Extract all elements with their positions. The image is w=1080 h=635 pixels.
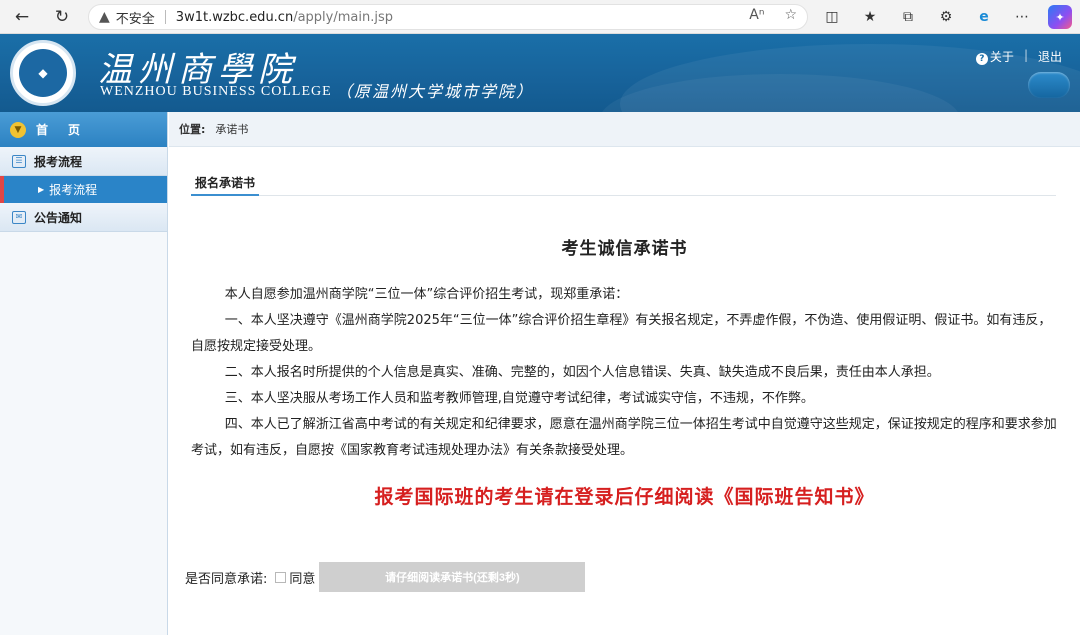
copilot-icon[interactable]: ✦ xyxy=(1048,5,1072,29)
sidebar-section-label: 公告通知 xyxy=(34,210,83,225)
sidebar-home[interactable]: ▼ 首页 xyxy=(0,112,167,147)
pledge-paragraph: 一、本人坚决遵守《温州商学院2025年“三位一体”综合评价招生章程》有关报名规定… xyxy=(191,313,1052,354)
brand-name-en: WENZHOU BUSINESS COLLEGE xyxy=(100,84,332,99)
site-header: ◆ 温州商學院 WENZHOU BUSINESS COLLEGE （原温州大学城… xyxy=(0,34,1080,112)
tab-bar: 报名承诺书 xyxy=(191,170,1056,196)
agree-label: 同意 xyxy=(289,571,316,587)
sidebar-section-exam-process[interactable]: ☰ 报考流程 xyxy=(0,147,167,176)
address-divider xyxy=(164,10,166,24)
extensions-icon[interactable]: ⚙ xyxy=(934,5,958,29)
sidebar-section-announcements[interactable]: ✉ 公告通知 xyxy=(0,203,167,232)
main-content: 位置: 承诺书 报名承诺书 考生诚信承诺书 本人自愿参加温州商学院“三位一体”综… xyxy=(169,112,1080,635)
read-aloud-icon[interactable]: Aⁿ xyxy=(749,7,764,23)
browser-toolbar: ← ↻ ▲ 不安全 3w1t.wzbc.edu.cn/apply/main.js… xyxy=(0,0,1080,34)
caret-right-icon: ▶ xyxy=(38,185,45,194)
split-screen-icon[interactable]: ◫ xyxy=(820,5,844,29)
header-links: ? 关于 | 退出 xyxy=(975,48,1062,65)
about-link[interactable]: ? 关于 xyxy=(975,48,1014,65)
back-arrow-icon[interactable]: ← xyxy=(10,5,34,29)
agree-row: 是否同意承诺: 同意 请仔细阅读承诺书(还剩3秒) xyxy=(185,562,586,592)
about-label: 关于 xyxy=(989,50,1014,64)
agree-checkbox[interactable] xyxy=(275,571,287,583)
breadcrumb-current: 承诺书 xyxy=(215,123,249,136)
refresh-icon[interactable]: ↻ xyxy=(50,5,74,29)
list-icon: ☰ xyxy=(12,154,26,168)
favorite-star-icon[interactable]: ☆ xyxy=(784,7,797,23)
url-host: 3w1t.wzbc.edu.cn xyxy=(175,9,294,25)
college-seal-icon: ◆ xyxy=(19,49,67,97)
security-label: 不安全 xyxy=(115,11,155,27)
page-title: 考生诚信承诺书 xyxy=(561,239,688,259)
message-icon: ✉ xyxy=(12,210,26,224)
collections-icon[interactable]: ⧉ xyxy=(896,5,920,29)
logout-link[interactable]: 退出 xyxy=(1038,48,1062,65)
address-actions: Aⁿ ☆ xyxy=(749,7,797,23)
sidebar-item-exam-process[interactable]: ▶ 报考流程 xyxy=(0,176,167,203)
sidebar-item-label: 报考流程 xyxy=(49,183,98,197)
help-icon: ? xyxy=(975,53,988,65)
link-divider: | xyxy=(1023,48,1028,62)
browser-tools: ◫ ★ ⧉ ⚙ e ⋯ ✦ xyxy=(820,5,1072,29)
url-path: /apply/main.jsp xyxy=(293,9,393,25)
favorites-icon[interactable]: ★ xyxy=(858,5,882,29)
pledge-paragraph: 四、本人已了解浙江省高中考试的有关规定和纪律要求，愿意在温州商学院三位一体招生考… xyxy=(191,417,1057,458)
home-icon: ▼ xyxy=(10,121,26,138)
warning-icon: ▲ xyxy=(99,9,110,25)
breadcrumb: 位置: 承诺书 xyxy=(169,112,1080,147)
college-logo: ◆ xyxy=(10,40,76,106)
pledge-paragraph: 本人自愿参加温州商学院“三位一体”综合评价招生考试，现郑重承诺： xyxy=(224,287,629,302)
tab-pledge[interactable]: 报名承诺书 xyxy=(191,170,260,196)
header-pill-decoration xyxy=(1028,72,1070,98)
pledge-paragraph: 二、本人报名时所提供的个人信息是真实、准确、完整的，如因个人信息错误、失真、缺失… xyxy=(224,365,940,380)
sidebar-home-label: 首页 xyxy=(36,123,101,137)
sidebar: ▼ 首页 ☰ 报考流程 ▶ 报考流程 ✉ 公告通知 xyxy=(0,112,168,635)
pledge-paragraph: 三、本人坚决服从考场工作人员和监考教师管理,自觉遵守考试纪律，考试诚实守信，不违… xyxy=(224,391,814,406)
pledge-text: 本人自愿参加温州商学院“三位一体”综合评价招生考试，现郑重承诺： 一、本人坚决遵… xyxy=(191,282,1057,464)
edge-icon[interactable]: e xyxy=(972,5,996,29)
breadcrumb-label: 位置: xyxy=(179,123,206,136)
read-pledge-button[interactable]: 请仔细阅读承诺书(还剩3秒) xyxy=(319,562,586,592)
brand-subtitle: （原温州大学城市学院） xyxy=(336,82,535,101)
agree-question: 是否同意承诺: xyxy=(185,571,268,587)
international-class-notice: 报考国际班的考生请在登录后仔细阅读《国际班告知书》 xyxy=(374,486,875,508)
address-bar[interactable]: ▲ 不安全 3w1t.wzbc.edu.cn/apply/main.jsp Aⁿ… xyxy=(88,4,808,30)
sidebar-section-label: 报考流程 xyxy=(34,154,83,169)
more-menu-icon[interactable]: ⋯ xyxy=(1010,5,1034,29)
